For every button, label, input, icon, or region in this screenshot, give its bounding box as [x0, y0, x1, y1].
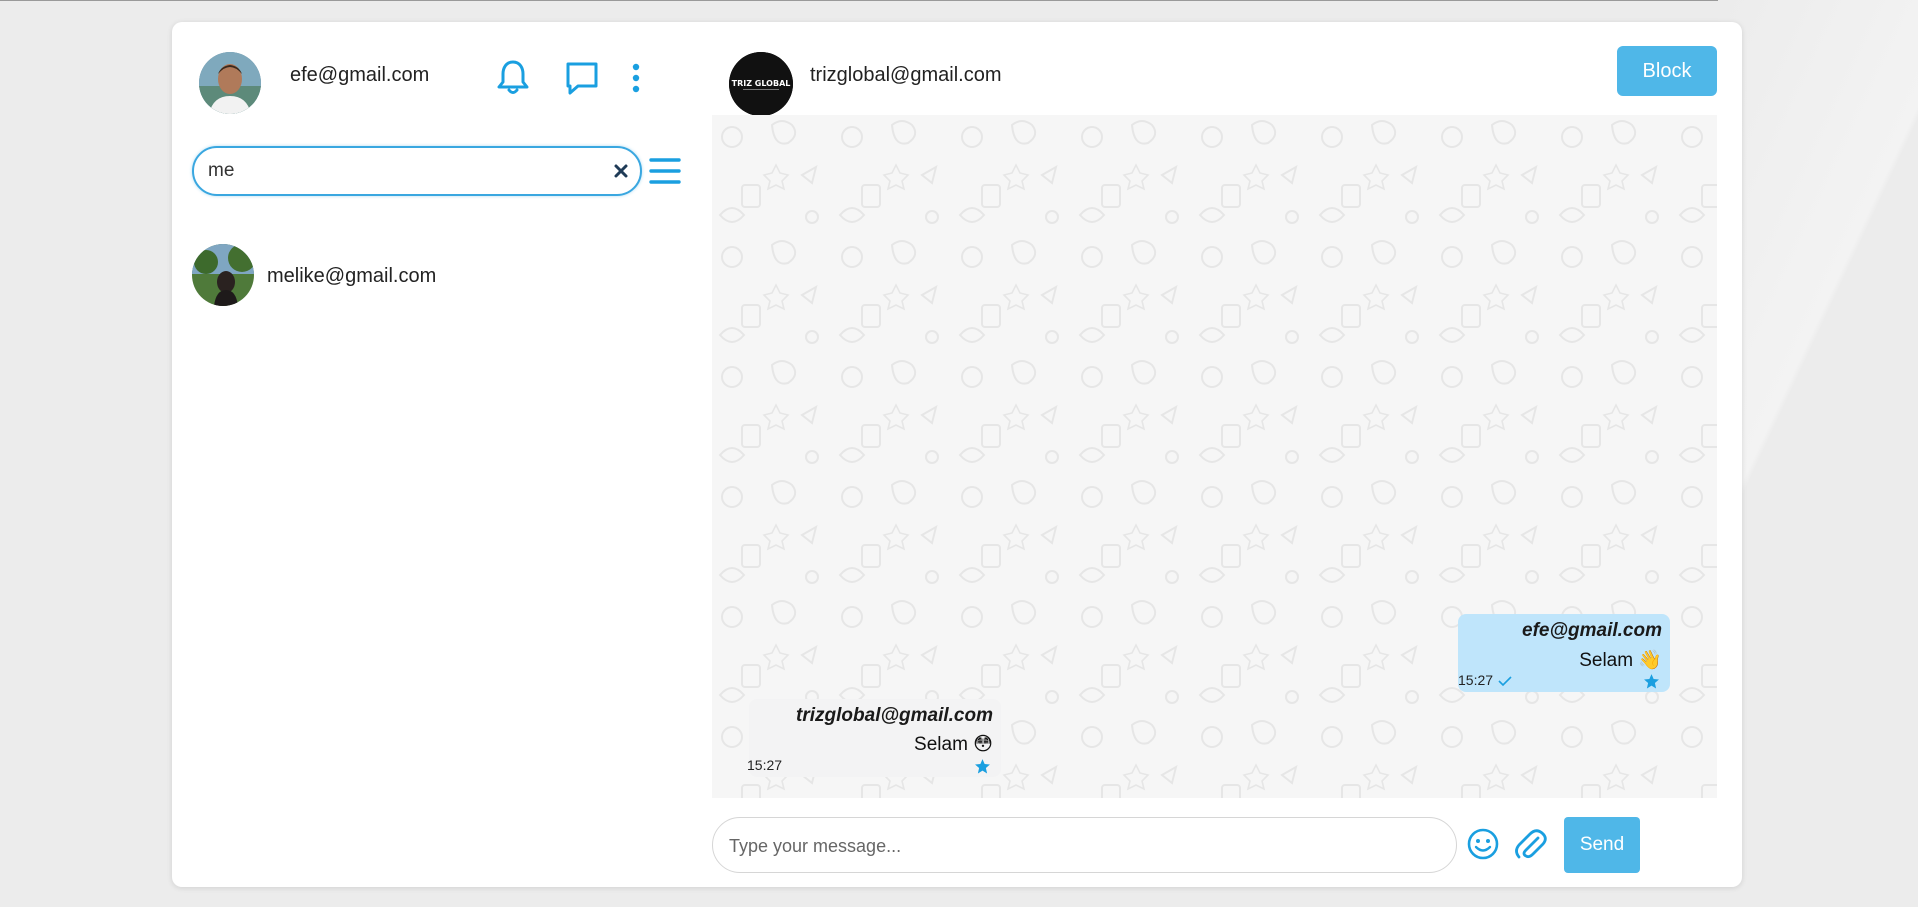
- peer-email: trizglobal@gmail.com: [810, 64, 1002, 86]
- message-sender: trizglobal@gmail.com: [796, 705, 993, 726]
- svg-text:TRIZ GLOBAL: TRIZ GLOBAL: [732, 79, 791, 88]
- star-icon[interactable]: [974, 758, 991, 775]
- chat-bubble-icon[interactable]: [564, 58, 598, 98]
- block-button[interactable]: Block: [1617, 46, 1717, 96]
- message-text: Selam 👋: [1579, 650, 1662, 671]
- message-list: efe@gmail.com Selam 👋 15:27 trizglobal@g…: [712, 115, 1717, 798]
- chat-wallpaper: [712, 115, 1717, 798]
- send-button[interactable]: Send: [1564, 817, 1640, 873]
- message-time: 15:27: [747, 757, 783, 773]
- close-icon[interactable]: [612, 162, 630, 180]
- contact-avatar: [192, 244, 254, 306]
- message-bubble-incoming[interactable]: trizglobal@gmail.com Selam 😳 15:27: [747, 699, 1001, 777]
- bell-icon[interactable]: [496, 58, 530, 98]
- peer-avatar[interactable]: TRIZ GLOBAL: [729, 52, 793, 116]
- paperclip-icon[interactable]: [1512, 826, 1548, 862]
- message-input[interactable]: [729, 832, 1429, 860]
- message-sender: efe@gmail.com: [1522, 620, 1662, 641]
- chat-app-window: efe@gmail.com me melike@gmail.com TRIZ G…: [172, 22, 1742, 887]
- search-input[interactable]: [208, 157, 588, 185]
- message-bubble-outgoing[interactable]: efe@gmail.com Selam 👋 15:27: [1458, 614, 1670, 692]
- message-text: Selam 😳: [914, 734, 993, 755]
- contact-email: melike@gmail.com: [267, 265, 437, 287]
- user-email: efe@gmail.com: [290, 64, 430, 86]
- chat-panel: TRIZ GLOBAL trizglobal@gmail.com Block e…: [712, 22, 1742, 887]
- smiley-icon[interactable]: [1465, 826, 1501, 862]
- user-avatar[interactable]: [199, 52, 261, 114]
- message-time: 15:27: [1458, 672, 1494, 688]
- star-icon[interactable]: [1643, 673, 1660, 690]
- search-box: [192, 146, 642, 196]
- contact-item[interactable]: melike@gmail.com: [192, 244, 672, 308]
- kebab-menu-icon[interactable]: [628, 58, 662, 98]
- checkmark-icon: [1498, 676, 1512, 686]
- sidebar: efe@gmail.com me melike@gmail.com: [172, 22, 712, 887]
- message-composer: [712, 817, 1457, 873]
- hamburger-menu-icon[interactable]: [648, 156, 682, 186]
- background-decoration: [1718, 0, 1918, 907]
